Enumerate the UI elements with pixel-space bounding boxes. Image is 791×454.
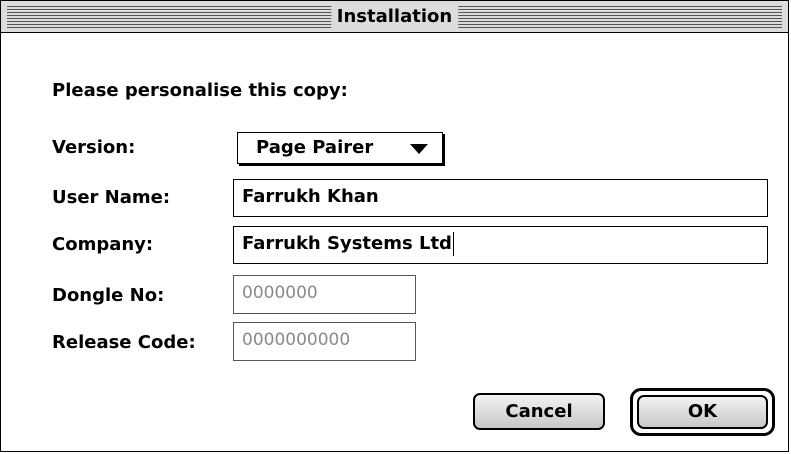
- dongle-placeholder: 0000000: [242, 283, 318, 303]
- company-value: Farrukh Systems Ltd: [242, 233, 452, 254]
- dongle-field[interactable]: 0000000: [233, 275, 416, 314]
- user-name-field[interactable]: Farrukh Khan: [233, 179, 768, 217]
- release-code-label: Release Code:: [52, 332, 196, 353]
- form-heading: Please personalise this copy:: [52, 80, 348, 101]
- version-selected-value: Page Pairer: [256, 137, 374, 158]
- popup-arrow-icon: [410, 144, 428, 154]
- text-cursor: [452, 232, 454, 256]
- user-name-label: User Name:: [52, 187, 171, 208]
- dongle-label: Dongle No:: [52, 285, 165, 306]
- installation-dialog: Installation Please personalise this cop…: [0, 0, 789, 452]
- title-bar[interactable]: Installation: [1, 1, 788, 33]
- company-label: Company:: [52, 234, 154, 255]
- release-code-field[interactable]: 0000000000: [233, 322, 416, 361]
- version-label: Version:: [52, 137, 136, 158]
- window-title: Installation: [330, 5, 459, 29]
- user-name-value: Farrukh Khan: [242, 186, 379, 207]
- ok-button[interactable]: OK: [637, 395, 768, 429]
- cancel-button[interactable]: Cancel: [473, 393, 605, 430]
- version-popup[interactable]: Page Pairer: [237, 132, 443, 164]
- company-field[interactable]: Farrukh Systems Ltd: [233, 226, 768, 264]
- release-code-placeholder: 0000000000: [242, 330, 351, 350]
